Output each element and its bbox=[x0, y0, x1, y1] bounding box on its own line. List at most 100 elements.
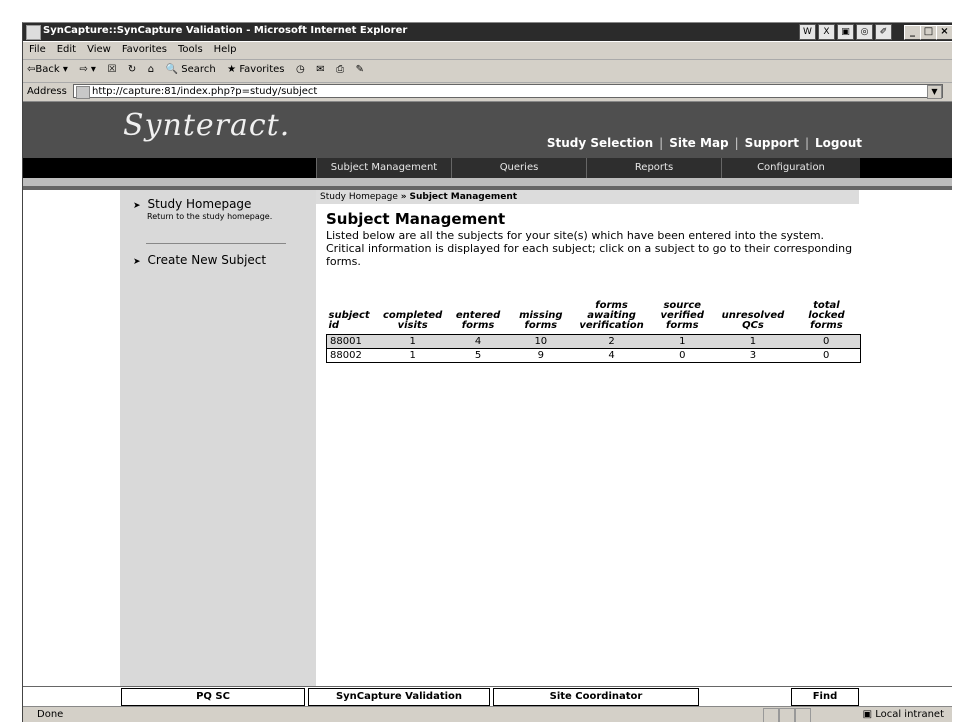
footer-bar: PQ SC SynCapture Validation Site Coordin… bbox=[23, 686, 952, 706]
study-label: SynCapture Validation bbox=[308, 688, 490, 706]
synteract-logo: Synteract. bbox=[123, 108, 291, 143]
tray-icon-3[interactable]: ▣ bbox=[837, 24, 854, 40]
col-locked-forms: total locked forms bbox=[808, 300, 845, 331]
address-url: http://capture:81/index.php?p=study/subj… bbox=[92, 86, 318, 97]
history-icon[interactable]: ◷ bbox=[292, 60, 309, 75]
tab-subject-management[interactable]: Subject Management bbox=[316, 158, 451, 178]
tray-icon-2[interactable]: X bbox=[818, 24, 835, 40]
table-cell: 1 bbox=[713, 334, 793, 349]
table-cell: 0 bbox=[792, 334, 862, 349]
tab-configuration[interactable]: Configuration bbox=[721, 158, 860, 178]
cell-subject-id[interactable]: 88001 bbox=[325, 334, 379, 349]
col-missing-forms: missing forms bbox=[519, 310, 563, 331]
window-title: SynCapture::SynCapture Validation - Micr… bbox=[43, 25, 408, 36]
tab-reports[interactable]: Reports bbox=[586, 158, 721, 178]
study-selection-link[interactable]: Study Selection bbox=[547, 136, 653, 150]
breadcrumb-current: Subject Management bbox=[409, 192, 518, 202]
table-cell: 0 bbox=[650, 348, 714, 363]
favorites-button[interactable]: ★ Favorites bbox=[223, 60, 288, 75]
col-completed-visits: completed visits bbox=[382, 310, 443, 331]
ie-icon bbox=[26, 25, 41, 40]
table-row[interactable]: 88001 1 4 10 2 1 1 0 bbox=[325, 334, 862, 349]
breadcrumb: Study Homepage » Subject Management bbox=[316, 190, 859, 204]
search-button[interactable]: 🔍 Search bbox=[162, 60, 220, 75]
address-input[interactable]: http://capture:81/index.php?p=study/subj… bbox=[73, 84, 943, 99]
support-link[interactable]: Support bbox=[745, 136, 799, 150]
table-cell: 3 bbox=[713, 348, 793, 363]
print-icon[interactable]: ⎙ bbox=[332, 60, 348, 75]
sidebar-item-sub: Return to the study homepage. bbox=[147, 212, 273, 221]
close-button[interactable]: × bbox=[936, 25, 952, 40]
sidebar-item-create-subject[interactable]: ➤ Create New Subject bbox=[133, 253, 266, 267]
table-cell: 2 bbox=[572, 334, 651, 349]
menu-favorites[interactable]: Favorites bbox=[116, 42, 172, 55]
menu-tools[interactable]: Tools bbox=[172, 42, 208, 55]
table-cell: 1 bbox=[378, 348, 447, 363]
breadcrumb-home[interactable]: Study Homepage bbox=[320, 192, 398, 202]
address-label: Address bbox=[27, 86, 67, 97]
cell-subject-id[interactable]: 88002 bbox=[325, 348, 379, 363]
nav-bar: Subject Management Queries Reports Confi… bbox=[23, 158, 952, 178]
browser-window: SynCapture::SynCapture Validation - Micr… bbox=[22, 22, 952, 722]
tab-queries[interactable]: Queries bbox=[451, 158, 586, 178]
menu-bar: File Edit View Favorites Tools Help bbox=[23, 42, 952, 60]
chevron-down-icon[interactable]: ▼ bbox=[927, 85, 942, 99]
status-cell bbox=[795, 708, 811, 722]
site-header: Synteract. Study Selection | Site Map | Supp… bbox=[23, 102, 952, 158]
web-page: Synteract. Study Selection | Site Map | Supp… bbox=[23, 102, 952, 686]
menu-file[interactable]: File bbox=[23, 42, 51, 55]
main-content: Subject Management Listed below are all … bbox=[325, 210, 866, 363]
page-title: Subject Management bbox=[326, 210, 506, 228]
address-bar: Address http://capture:81/index.php?p=st… bbox=[23, 83, 952, 102]
table-row[interactable]: 88002 1 5 9 4 0 3 0 bbox=[325, 348, 862, 363]
table-cell: 4 bbox=[572, 348, 651, 363]
edit-icon[interactable]: ✎ bbox=[352, 60, 368, 75]
status-cell bbox=[763, 708, 779, 722]
page-icon bbox=[76, 86, 90, 99]
zone-label: ▣ Local intranet bbox=[863, 709, 944, 720]
status-bar: Done ▣ Local intranet bbox=[23, 706, 952, 722]
table-cell: 9 bbox=[509, 348, 573, 363]
col-source-verified: source verified forms bbox=[660, 300, 704, 331]
tray-icons: W X ▣ ◎ ✐ bbox=[797, 24, 892, 40]
maximize-button[interactable]: □ bbox=[920, 25, 937, 40]
site-map-link[interactable]: Site Map bbox=[669, 136, 728, 150]
sidebar-item-label: Study Homepage bbox=[147, 197, 252, 211]
table-cell: 5 bbox=[446, 348, 510, 363]
logout-link[interactable]: Logout bbox=[815, 136, 862, 150]
tray-icon-1[interactable]: W bbox=[799, 24, 816, 40]
sidebar-divider bbox=[146, 243, 286, 244]
mail-icon[interactable]: ✉ bbox=[312, 60, 328, 75]
refresh-icon[interactable]: ↻ bbox=[124, 60, 140, 75]
arrow-right-icon: ➤ bbox=[133, 201, 141, 211]
link-separator: | bbox=[659, 136, 664, 150]
site-label: PQ SC bbox=[121, 688, 305, 706]
back-button[interactable]: ⇦Back ▾ bbox=[23, 60, 72, 75]
link-separator: | bbox=[804, 136, 809, 150]
menu-view[interactable]: View bbox=[81, 42, 116, 55]
menu-help[interactable]: Help bbox=[208, 42, 242, 55]
stop-icon[interactable]: ☒ bbox=[103, 60, 120, 75]
title-bar: SynCapture::SynCapture Validation - Micr… bbox=[23, 23, 952, 41]
toolbar: ⇦Back ▾ ⇨ ▾ ☒ ↻ ⌂ 🔍 Search ★ Favorites ◷… bbox=[23, 60, 952, 83]
table-cell: 10 bbox=[509, 334, 573, 349]
zone-text: Local intranet bbox=[875, 709, 944, 720]
forward-button[interactable]: ⇨ ▾ bbox=[75, 60, 100, 75]
sidebar-item-study-homepage[interactable]: ➤ Study Homepage Return to the study home… bbox=[133, 197, 272, 221]
header-links: Study Selection | Site Map | Support | Logout bbox=[547, 136, 862, 150]
page-description: Listed below are all the subjects for yo… bbox=[326, 229, 853, 268]
tray-icon-4[interactable]: ◎ bbox=[856, 24, 873, 40]
col-subject-id: subject id bbox=[328, 310, 370, 331]
find-button[interactable]: Find bbox=[791, 688, 859, 706]
status-cell bbox=[779, 708, 795, 722]
search-label: Search bbox=[181, 64, 216, 75]
tray-icon-5[interactable]: ✐ bbox=[875, 24, 892, 40]
col-entered-forms: entered forms bbox=[455, 310, 501, 331]
minimize-button[interactable]: _ bbox=[904, 25, 921, 40]
role-label: Site Coordinator bbox=[493, 688, 699, 706]
table-cell: 0 bbox=[792, 348, 862, 363]
home-icon[interactable]: ⌂ bbox=[144, 60, 158, 75]
link-separator: | bbox=[734, 136, 739, 150]
table-cell: 1 bbox=[650, 334, 714, 349]
menu-edit[interactable]: Edit bbox=[51, 42, 81, 55]
